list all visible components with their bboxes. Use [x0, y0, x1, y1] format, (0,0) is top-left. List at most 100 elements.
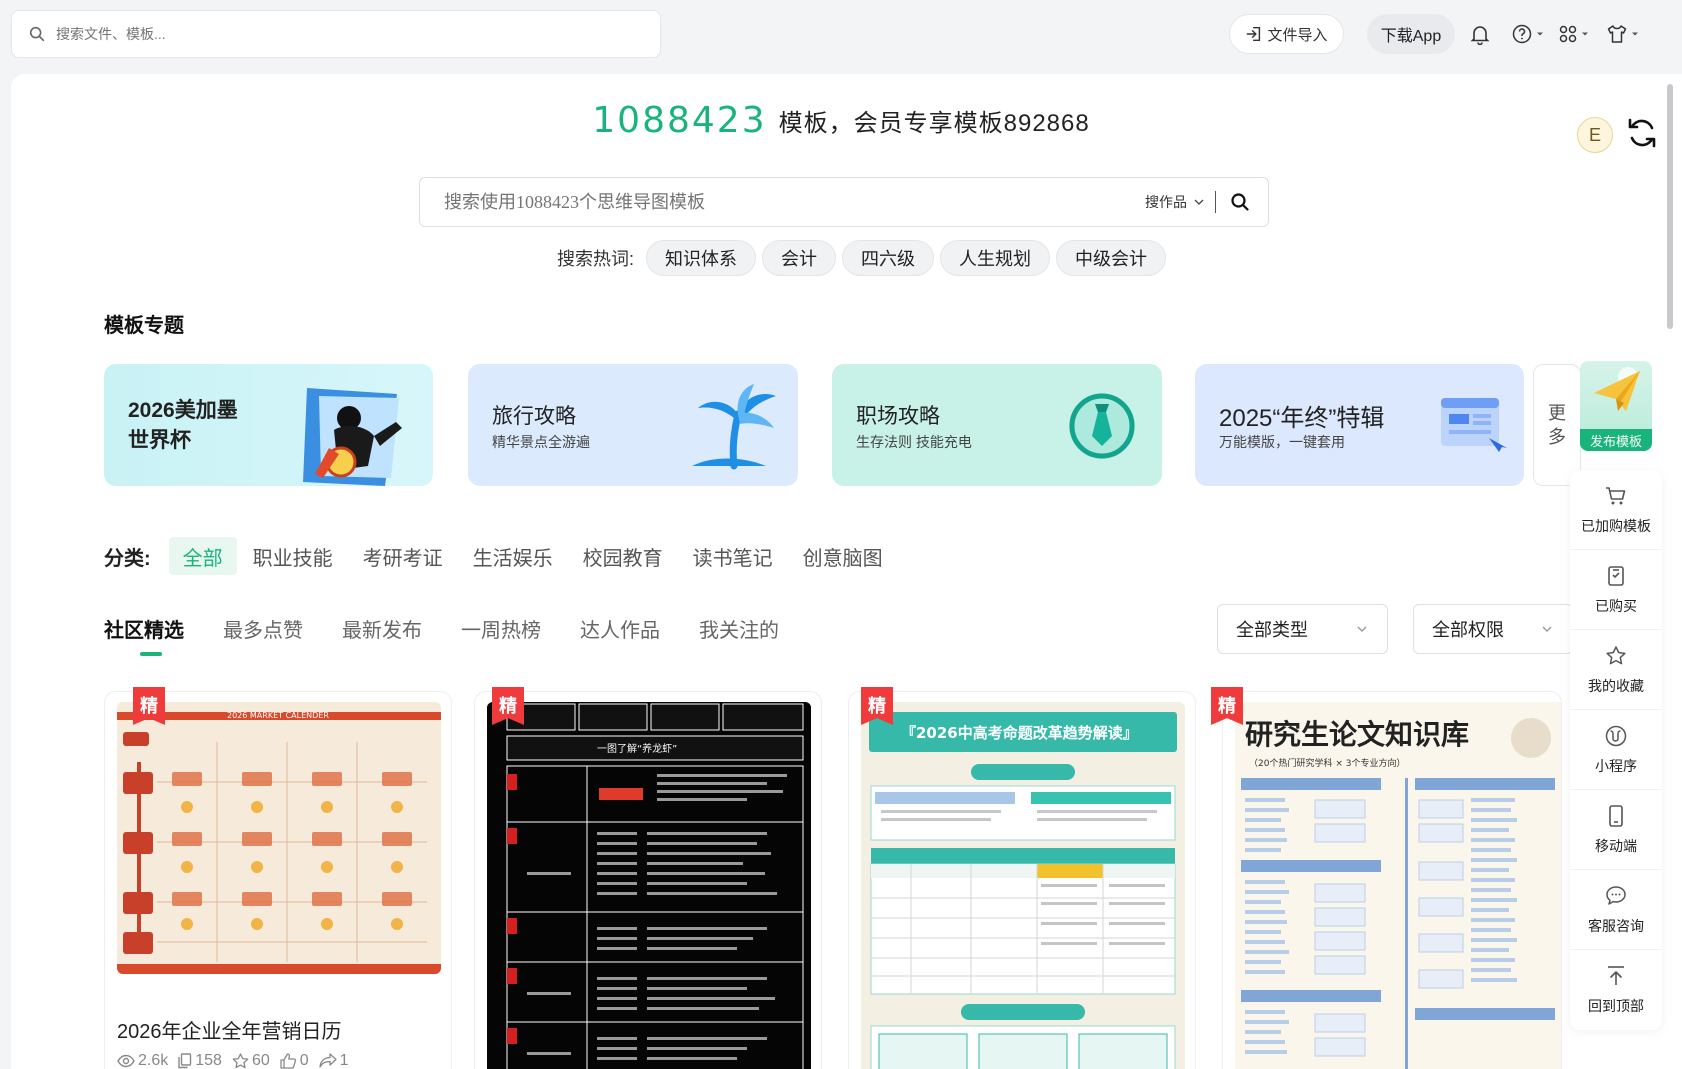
- exam-reform-preview: 『2026中高考命题改革趋势解读』: [861, 702, 1185, 1069]
- rail-item-favorites[interactable]: 我的收藏: [1570, 630, 1662, 710]
- tab-experts[interactable]: 达人作品: [580, 614, 660, 643]
- permission-filter-select[interactable]: 全部权限: [1413, 604, 1573, 654]
- topic-card-world-cup[interactable]: 2026美加墨 世界杯: [104, 364, 433, 486]
- template-count-number: 1088423: [592, 100, 767, 141]
- type-filter-value: 全部类型: [1236, 620, 1308, 640]
- more-label: 多: [1548, 427, 1566, 447]
- topic-subtitle: 生存法则 技能充电: [856, 434, 972, 450]
- skin-menu[interactable]: [1606, 22, 1639, 46]
- template-card[interactable]: 2026 MARKET CALENDER 2026年企业全年营销日历 2.6k …: [104, 691, 452, 1069]
- topic-title-line: 世界杯: [128, 429, 191, 452]
- topic-card-year-end[interactable]: 2025“年终”特辑 万能模版，一键套用: [1195, 364, 1524, 486]
- rail-label: 已购买: [1595, 597, 1637, 614]
- tab-following[interactable]: 我关注的: [699, 614, 779, 643]
- lobster-mindmap-preview: 一图了解“养龙虾”: [487, 702, 811, 1069]
- shares-stat[interactable]: 1: [319, 1052, 349, 1069]
- likes-count: 0: [299, 1052, 309, 1069]
- topic-card-career[interactable]: 职场攻略 生存法则 技能充电: [832, 364, 1162, 486]
- category-all[interactable]: 全部: [168, 537, 237, 575]
- tab-latest[interactable]: 最新发布: [342, 614, 422, 643]
- copies-stat: 158: [178, 1052, 222, 1069]
- hot-word-chip[interactable]: 四六级: [842, 240, 935, 276]
- tab-most-liked[interactable]: 最多点赞: [223, 614, 303, 643]
- template-thumbnail: 研究生论文知识库 （20个热门研究学科 × 3个专业方向）: [1235, 702, 1561, 1069]
- publish-template-button[interactable]: 发布模板: [1580, 361, 1652, 451]
- views-count: 2.6k: [138, 1052, 169, 1069]
- topic-card-travel[interactable]: 旅行攻略 精华景点全游遍: [468, 364, 798, 486]
- notification-bell-icon[interactable]: [1469, 22, 1491, 46]
- rail-item-cart[interactable]: 已加购模板: [1570, 470, 1662, 550]
- help-icon: [1512, 24, 1532, 44]
- type-filter-select[interactable]: 全部类型: [1217, 604, 1388, 654]
- stars-count: 60: [251, 1052, 270, 1069]
- help-menu[interactable]: [1511, 22, 1544, 46]
- rail-item-support[interactable]: 客服咨询: [1570, 870, 1662, 950]
- hot-word-chip[interactable]: 会计: [762, 240, 837, 276]
- hot-words-label: 搜索热词:: [557, 249, 635, 269]
- template-count-headline: 1088423 模板，会员专享模板892868: [0, 100, 1682, 141]
- template-thumbnail: 2026 MARKET CALENDER: [117, 702, 441, 974]
- topic-title-line: 2026美加墨: [128, 399, 238, 422]
- template-search-input[interactable]: [420, 191, 1145, 213]
- shares-count: 1: [339, 1052, 349, 1069]
- topic-title: 旅行攻略: [492, 405, 576, 428]
- avatar[interactable]: E: [1577, 117, 1613, 153]
- rail-item-mobile[interactable]: 移动端: [1570, 790, 1662, 870]
- tie-badge-icon: [1069, 393, 1135, 459]
- search-icon: [29, 26, 45, 42]
- category-creative[interactable]: 创意脑图: [789, 537, 897, 575]
- rail-label: 我的收藏: [1588, 677, 1644, 694]
- top-bar: 文件导入 下载App: [0, 0, 1682, 72]
- cart-icon: [1606, 486, 1626, 504]
- thumbs-up-icon: [280, 1053, 296, 1069]
- hot-word-chip[interactable]: 中级会计: [1056, 240, 1167, 276]
- tab-community-picks[interactable]: 社区精选: [104, 614, 184, 656]
- hot-word-chip[interactable]: 知识体系: [646, 240, 757, 276]
- category-campus[interactable]: 校园教育: [569, 537, 677, 575]
- rail-item-back-to-top[interactable]: 回到顶部: [1570, 950, 1662, 1030]
- rail-item-mini-program[interactable]: 小程序: [1570, 710, 1662, 790]
- document-board-icon: [1441, 398, 1507, 452]
- template-card[interactable]: 研究生论文知识库 （20个热门研究学科 × 3个专业方向）: [1222, 691, 1562, 1069]
- permission-filter-value: 全部权限: [1432, 620, 1504, 640]
- search-scope-dropdown[interactable]: 搜作品: [1145, 192, 1205, 212]
- calendar-header-text: 2026 MARKET CALENDER: [227, 711, 329, 720]
- file-import-button[interactable]: 文件导入: [1229, 14, 1344, 54]
- topic-subtitle: 万能模版，一键套用: [1219, 434, 1345, 450]
- template-count-text: 模板，会员专享模板892868: [778, 110, 1090, 137]
- caret-down-icon: [1632, 32, 1638, 36]
- category-exams[interactable]: 考研考证: [349, 537, 457, 575]
- category-reading-notes[interactable]: 读书笔记: [679, 537, 787, 575]
- template-title[interactable]: 2026年企业全年营销日历: [117, 1015, 342, 1044]
- more-label: 更: [1548, 403, 1566, 423]
- import-icon: [1247, 26, 1261, 42]
- template-card[interactable]: 『2026中高考命题改革趋势解读』: [848, 691, 1196, 1069]
- receipt-icon: [1608, 565, 1624, 586]
- category-career-skills[interactable]: 职业技能: [239, 537, 347, 575]
- copies-count: 158: [195, 1052, 222, 1069]
- palm-tree-icon: [692, 384, 776, 470]
- likes-stat[interactable]: 0: [280, 1052, 309, 1069]
- tab-weekly-hot[interactable]: 一周热榜: [461, 614, 541, 643]
- back-to-top-icon: [1608, 966, 1624, 985]
- template-card[interactable]: 一图了解“养龙虾”: [474, 691, 822, 1069]
- apps-menu[interactable]: [1558, 22, 1589, 46]
- category-lifestyle[interactable]: 生活娱乐: [459, 537, 567, 575]
- refresh-icon[interactable]: [1624, 115, 1660, 151]
- mindmap-title-text: 一图了解“养龙虾”: [597, 742, 677, 755]
- search-icon[interactable]: [1230, 192, 1250, 212]
- right-side-rail: 已加购模板 已购买 我的收藏 小程序 移动端 客服咨询 回到顶部: [1570, 470, 1662, 1030]
- topic-title: 2025“年终”特辑: [1219, 405, 1385, 432]
- apps-grid-icon: [1559, 25, 1577, 43]
- global-search-input[interactable]: [56, 26, 636, 42]
- stars-stat[interactable]: 60: [232, 1052, 270, 1069]
- global-search-box[interactable]: [11, 10, 661, 58]
- hot-word-chip[interactable]: 人生规划: [940, 240, 1051, 276]
- topics-more-button[interactable]: 更 多: [1533, 364, 1581, 486]
- paper-plane-icon: [1594, 367, 1640, 411]
- template-search-box[interactable]: 搜作品: [419, 177, 1269, 227]
- download-app-button[interactable]: 下载App: [1367, 14, 1455, 54]
- rail-item-purchased[interactable]: 已购买: [1570, 550, 1662, 630]
- exam-title-text: 『2026中高考命题改革趋势解读』: [901, 724, 1138, 742]
- template-thumbnail: 一图了解“养龙虾”: [487, 702, 811, 1069]
